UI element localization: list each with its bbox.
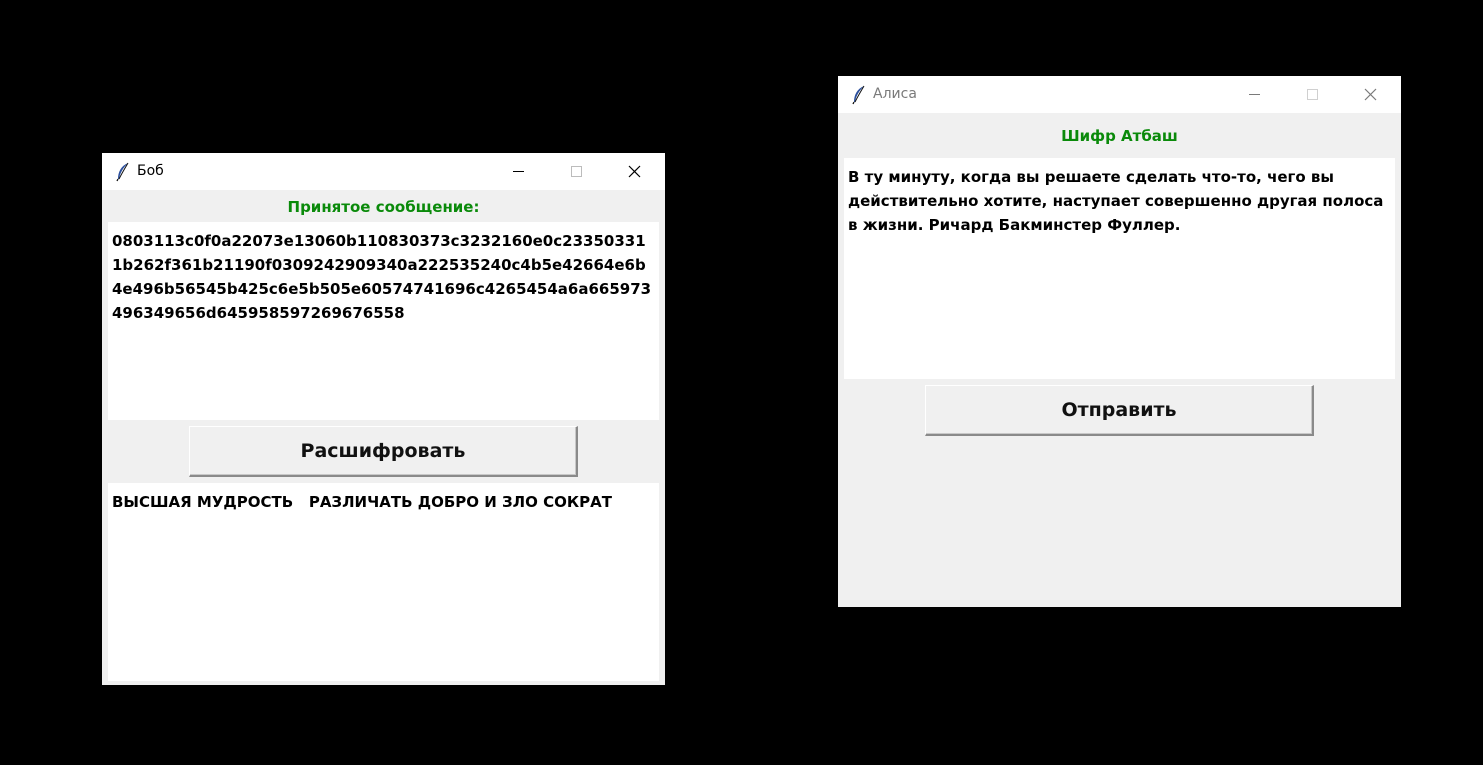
window-title: Боб xyxy=(137,163,164,179)
close-icon xyxy=(628,165,641,178)
minimize-icon xyxy=(513,171,524,172)
received-message-textbox[interactable]: 0803113c0f0a22073e13060b110830373c323216… xyxy=(108,222,659,420)
cipher-heading: Шифр Атбаш xyxy=(1061,127,1178,145)
bob-window: Боб Принятое сообщение: 0803113c0f0a2207… xyxy=(102,153,665,685)
maximize-button[interactable] xyxy=(1283,76,1341,113)
maximize-button[interactable] xyxy=(547,153,605,190)
minimize-icon xyxy=(1249,94,1260,95)
maximize-icon xyxy=(1307,89,1318,100)
minimize-button[interactable] xyxy=(1225,76,1283,113)
received-message-heading: Принятое сообщение: xyxy=(287,198,480,216)
send-button[interactable]: Отправить xyxy=(925,385,1314,436)
window-title: Алиса xyxy=(873,86,917,102)
close-icon xyxy=(1364,88,1377,101)
message-textbox[interactable]: В ту минуту, когда вы решаете сделать чт… xyxy=(844,158,1395,379)
decrypt-button[interactable]: Расшифровать xyxy=(189,426,578,477)
close-button[interactable] xyxy=(605,153,663,190)
minimize-button[interactable] xyxy=(489,153,547,190)
feather-icon xyxy=(115,162,131,182)
close-button[interactable] xyxy=(1341,76,1399,113)
decrypted-message-textbox[interactable]: ВЫСШАЯ МУДРОСТЬ РАЗЛИЧАТЬ ДОБРО И ЗЛО СО… xyxy=(108,483,659,681)
alice-titlebar[interactable]: Алиса xyxy=(838,76,1401,113)
maximize-icon xyxy=(571,166,582,177)
alice-window: Алиса Шифр Атбаш В ту минуту, когда вы р… xyxy=(838,76,1401,607)
bob-titlebar[interactable]: Боб xyxy=(102,153,665,190)
feather-icon xyxy=(851,85,867,105)
